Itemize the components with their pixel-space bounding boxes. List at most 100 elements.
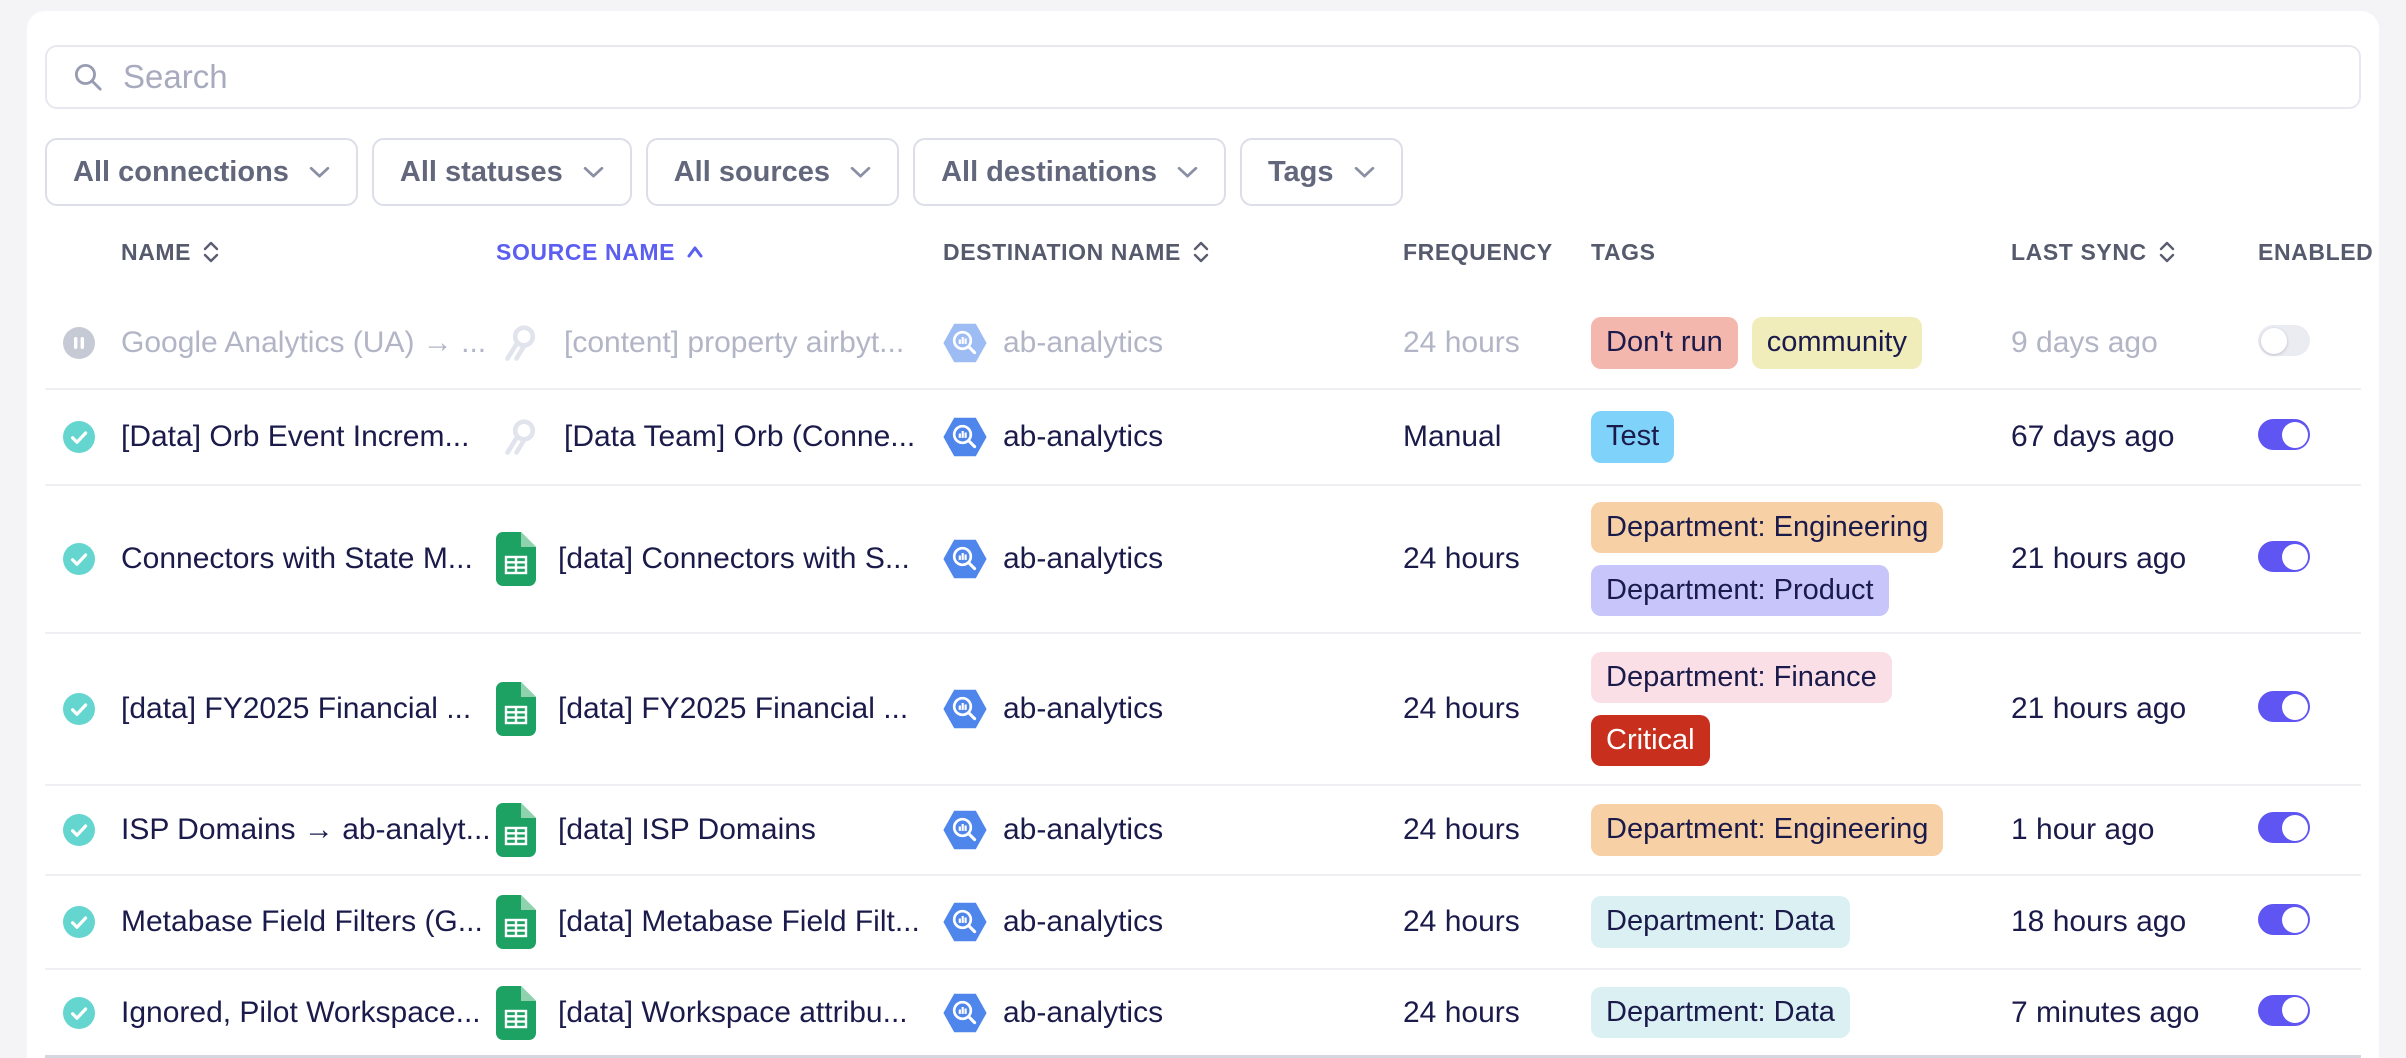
enabled-toggle[interactable] xyxy=(2258,691,2310,722)
source-name: [data] Workspace attribu... xyxy=(558,996,908,1030)
filter-label: All sources xyxy=(674,156,830,189)
tag: Department: Product xyxy=(1591,565,1889,616)
destination-name: ab-analytics xyxy=(1003,326,1163,360)
toggle-knob xyxy=(2282,544,2308,570)
table-header: NAME SOURCE NAME DESTINATION NAME FREQUE… xyxy=(45,206,2361,298)
sync-success-icon xyxy=(63,906,95,938)
enabled-toggle[interactable] xyxy=(2258,419,2310,450)
frequency: 24 hours xyxy=(1403,996,1591,1030)
airbyte-source-icon xyxy=(496,320,542,366)
connection-name: Google Analytics (UA) → ... xyxy=(121,326,496,360)
search-input[interactable] xyxy=(123,58,2335,96)
toggle-knob xyxy=(2282,907,2308,933)
tags-cell: Department: Engineering Department: Prod… xyxy=(1591,486,2011,632)
enabled-toggle[interactable] xyxy=(2258,812,2310,843)
last-sync: 9 days ago xyxy=(2011,326,2258,360)
bigquery-icon xyxy=(943,323,987,363)
source-name: [content] property airbyt... xyxy=(564,326,904,360)
filter-label: Tags xyxy=(1268,156,1334,189)
toggle-knob xyxy=(2261,328,2287,354)
table-row[interactable]: Connectors with State M... [data] Connec… xyxy=(45,486,2361,634)
tag: Department: Finance xyxy=(1591,652,1892,703)
source-name: [data] Connectors with S... xyxy=(558,542,910,576)
tag: Department: Data xyxy=(1591,987,1850,1038)
tag: Department: Engineering xyxy=(1591,502,1943,553)
google-sheets-icon xyxy=(496,532,536,586)
connection-name: Metabase Field Filters (G... xyxy=(121,905,496,939)
destination-name: ab-analytics xyxy=(1003,542,1163,576)
sort-asc-icon xyxy=(685,238,705,266)
connection-name: ISP Domains → ab-analyt... xyxy=(121,813,496,847)
tags-cell: Department: Engineering xyxy=(1591,786,2011,874)
enabled-toggle[interactable] xyxy=(2258,995,2310,1026)
sync-success-icon xyxy=(63,693,95,725)
toggle-knob xyxy=(2282,422,2308,448)
table-row[interactable]: Google Analytics (UA) → ... [content] pr… xyxy=(45,298,2361,390)
sync-success-icon xyxy=(63,814,95,846)
destination-name: ab-analytics xyxy=(1003,905,1163,939)
column-header-enabled: ENABLED xyxy=(2258,239,2373,266)
google-sheets-icon xyxy=(496,986,536,1040)
bigquery-icon xyxy=(943,810,987,850)
table-row[interactable]: ISP Domains → ab-analyt... [data] ISP Do… xyxy=(45,786,2361,876)
filter-all-destinations[interactable]: All destinations xyxy=(913,138,1226,206)
chevron-down-icon xyxy=(583,166,604,179)
column-header-frequency: FREQUENCY xyxy=(1403,239,1591,266)
sync-success-icon xyxy=(63,543,95,575)
chevron-down-icon xyxy=(850,166,871,179)
table-row[interactable]: Ignored, Pilot Workspace... [data] Works… xyxy=(45,970,2361,1058)
table-row[interactable]: Metabase Field Filters (G... [data] Meta… xyxy=(45,876,2361,970)
filter-all-statuses[interactable]: All statuses xyxy=(372,138,632,206)
bigquery-icon xyxy=(943,902,987,942)
bigquery-icon xyxy=(943,539,987,579)
table-row[interactable]: [Data] Orb Event Increm... [Data Team] O… xyxy=(45,390,2361,486)
sort-icon xyxy=(1191,238,1211,266)
sync-success-icon xyxy=(63,997,95,1029)
google-sheets-icon xyxy=(496,803,536,857)
connection-name: Connectors with State M... xyxy=(121,542,496,576)
destination-name: ab-analytics xyxy=(1003,692,1163,726)
filter-label: All statuses xyxy=(400,156,563,189)
last-sync: 21 hours ago xyxy=(2011,692,2258,726)
sort-icon xyxy=(2157,238,2177,266)
destination-name: ab-analytics xyxy=(1003,420,1163,454)
frequency: 24 hours xyxy=(1403,905,1591,939)
destination-name: ab-analytics xyxy=(1003,813,1163,847)
bigquery-icon xyxy=(943,417,987,457)
tags-cell: Department: Data xyxy=(1591,970,2011,1055)
connections-panel: All connections All statuses All sources… xyxy=(27,11,2379,1058)
chevron-down-icon xyxy=(309,166,330,179)
frequency: 24 hours xyxy=(1403,542,1591,576)
last-sync: 1 hour ago xyxy=(2011,813,2258,847)
table-row[interactable]: [data] FY2025 Financial ... [data] FY202… xyxy=(45,634,2361,786)
filter-tags[interactable]: Tags xyxy=(1240,138,1403,206)
frequency: Manual xyxy=(1403,420,1591,454)
search-icon xyxy=(71,60,105,94)
enabled-toggle[interactable] xyxy=(2258,325,2310,356)
column-header-source-name[interactable]: SOURCE NAME xyxy=(496,238,943,266)
enabled-toggle[interactable] xyxy=(2258,541,2310,572)
tags-cell: Department: Finance Critical xyxy=(1591,634,2011,784)
column-header-name[interactable]: NAME xyxy=(121,238,496,266)
source-name: [Data Team] Orb (Conne... xyxy=(564,420,915,454)
sort-icon xyxy=(201,238,221,266)
column-header-destination-name[interactable]: DESTINATION NAME xyxy=(943,238,1403,266)
filter-all-sources[interactable]: All sources xyxy=(646,138,899,206)
sync-paused-icon xyxy=(63,327,95,359)
tag: Department: Data xyxy=(1591,896,1850,947)
enabled-toggle[interactable] xyxy=(2258,904,2310,935)
tag: community xyxy=(1752,317,1922,368)
last-sync: 18 hours ago xyxy=(2011,905,2258,939)
column-header-last-sync[interactable]: LAST SYNC xyxy=(2011,238,2258,266)
last-sync: 7 minutes ago xyxy=(2011,996,2258,1030)
bigquery-icon xyxy=(943,689,987,729)
source-name: [data] FY2025 Financial ... xyxy=(558,692,908,726)
filter-label: All connections xyxy=(73,156,289,189)
filter-all-connections[interactable]: All connections xyxy=(45,138,358,206)
sync-success-icon xyxy=(63,421,95,453)
chevron-down-icon xyxy=(1354,166,1375,179)
chevron-down-icon xyxy=(1177,166,1198,179)
tag: Test xyxy=(1591,411,1674,462)
toggle-knob xyxy=(2282,815,2308,841)
last-sync: 67 days ago xyxy=(2011,420,2258,454)
